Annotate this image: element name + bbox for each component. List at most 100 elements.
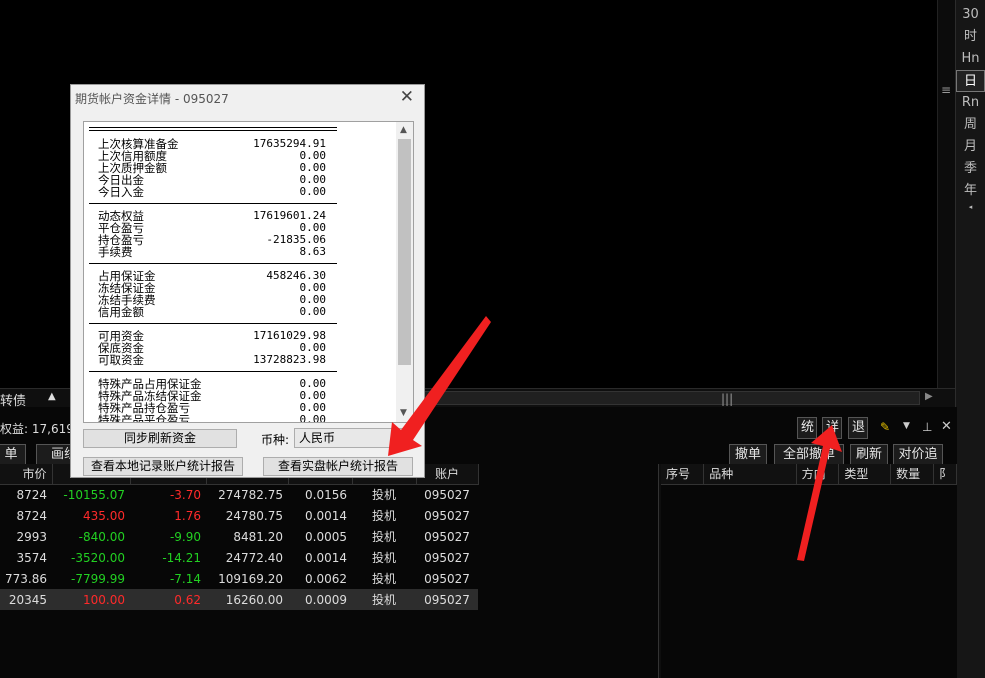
cell-pct: -9.90 [169, 529, 201, 544]
report-scroll-thumb[interactable] [398, 139, 411, 365]
currency-label: 币种: [261, 433, 290, 447]
cell-pl: 435.00 [83, 508, 125, 523]
position-row[interactable]: 8724 435.00 1.76 24780.75 0.0014 投机 095027 [0, 505, 478, 526]
cell-pl: -7799.99 [71, 571, 125, 586]
cell-type: 投机 [371, 551, 396, 565]
period-6[interactable]: 月 [956, 136, 985, 158]
period-4[interactable]: Rn [956, 92, 985, 114]
panel-splitter[interactable] [658, 464, 661, 678]
cell-ratio: 0.0014 [305, 550, 347, 565]
position-row[interactable]: 8724 -10155.07 -3.70 274782.75 0.0156 投机 09502… [0, 484, 478, 505]
cell-account: 095027 [416, 589, 478, 610]
report-divider [89, 130, 337, 131]
period-8[interactable]: 年 [956, 180, 985, 202]
refresh-button[interactable]: 刷新 [850, 444, 888, 466]
orders-col-5[interactable]: 阝 [933, 464, 958, 485]
cell-pct: 0.62 [130, 589, 206, 610]
cell-price: 8724 [16, 508, 47, 523]
dialog-title: 期货帐户资金详情 - 095027 [75, 92, 229, 106]
drag-grip-icon[interactable]: ≡ [941, 83, 951, 97]
cell-price: 2993 [16, 529, 47, 544]
report-divider [89, 203, 337, 204]
dialog-close-icon[interactable]: ✕ [400, 87, 414, 107]
orders-col-3[interactable]: 类型 [838, 464, 892, 485]
tong-button[interactable]: 统 [797, 417, 817, 439]
report-divider [89, 323, 337, 324]
currency-select[interactable]: 人民币 [294, 428, 408, 448]
scroll-grip-icon: ||| [721, 392, 734, 406]
period-1[interactable]: 时 [956, 26, 985, 48]
cell-type: 投机 [371, 572, 396, 586]
col-account[interactable]: 账户 [416, 464, 479, 485]
detail-button[interactable]: 详 [822, 417, 842, 439]
report-label: 手续费 [98, 245, 133, 259]
position-row[interactable]: 3574 -3520.00 -14.21 24772.40 0.0014 投机 095027 [0, 547, 478, 568]
equity-summary: 权益: 17,619 [0, 422, 74, 436]
report-label: 今日入金 [98, 185, 144, 199]
sync-refresh-button[interactable]: 同步刷新资金 [83, 429, 237, 448]
pin-icon[interactable]: ⊥ [922, 420, 932, 434]
report-label: 特殊产品平仓盈亏 [98, 413, 190, 423]
play-right-icon[interactable]: ▶ [925, 391, 933, 402]
report-value: 8.63 [299, 245, 327, 258]
cell-pl: 100.00 [52, 589, 130, 610]
report-row: 特殊产品平仓盈亏 0.00 [98, 414, 326, 423]
report-divider [89, 371, 337, 372]
orders-col-1[interactable]: 品种 [703, 464, 797, 485]
cell-pct: 1.76 [174, 508, 201, 523]
collapse-left-icon[interactable]: ◂ [956, 202, 985, 212]
cell-margin: 8481.20 [233, 529, 283, 544]
cell-pl: -840.00 [78, 529, 125, 544]
position-row[interactable]: 2993 -840.00 -9.90 8481.20 0.0005 投机 095027 [0, 526, 478, 547]
wrench-icon[interactable]: ✎ [880, 420, 890, 434]
cell-pct: -3.70 [169, 487, 201, 502]
cell-price: 3574 [16, 550, 47, 565]
orders-col-0[interactable]: 序号 [661, 464, 705, 485]
chart-right-strip [937, 0, 955, 388]
period-5[interactable]: 周 [956, 114, 985, 136]
scroll-up-icon[interactable]: ▲ [400, 125, 407, 135]
cell-pct: -14.21 [162, 550, 201, 565]
cell-pct: -7.14 [169, 571, 201, 586]
local-report-button[interactable]: 查看本地记录账户统计报告 [83, 457, 243, 476]
period-0[interactable]: 30 [956, 4, 985, 26]
cell-pl: -3520.00 [71, 550, 125, 565]
triangle-up-icon[interactable]: ▲ [48, 391, 56, 402]
col-price[interactable]: 市价 [0, 464, 53, 485]
close-icon[interactable]: ✕ [941, 419, 952, 434]
cell-account: 095027 [424, 550, 470, 565]
order-button[interactable]: 单 [0, 444, 26, 466]
cell-margin: 16260.00 [206, 589, 288, 610]
scroll-down-icon[interactable]: ▼ [400, 408, 407, 418]
period-3[interactable]: 日 [956, 70, 985, 92]
report-scrollbar[interactable]: ▲ ▼ [396, 122, 413, 422]
cell-ratio: 0.0009 [288, 589, 352, 610]
cell-type: 投机 [371, 509, 396, 523]
period-7[interactable]: 季 [956, 158, 985, 180]
orders-col-2[interactable]: 方向 [796, 464, 840, 485]
report-row: 可取资金 13728823.98 [98, 354, 326, 367]
cell-ratio: 0.0156 [305, 487, 347, 502]
cell-margin: 24772.40 [225, 550, 283, 565]
report-label: 信用金额 [98, 305, 144, 319]
chevron-down-icon[interactable]: ▼ [903, 421, 910, 431]
real-report-button[interactable]: 查看实盘帐户统计报告 [263, 457, 413, 476]
cell-ratio: 0.0062 [305, 571, 347, 586]
position-row[interactable]: 773.86 -7799.99 -7.14 109169.20 0.0062 投机 0950… [0, 568, 478, 589]
position-row[interactable]: 20345 100.00 0.62 16260.00 0.0009 投机 095027 [0, 589, 478, 610]
report-row: 手续费 8.63 [98, 245, 327, 259]
orders-table: 序号 品种 方向 类型 数量阝 [661, 464, 958, 485]
report-value: 0.00 [299, 305, 327, 318]
chase-price-button[interactable]: 对价追 [893, 444, 943, 466]
exit-button[interactable]: 退 [848, 417, 868, 439]
cancel-all-button[interactable]: 全部撤单 [774, 444, 844, 466]
cell-margin: 109169.20 [218, 571, 283, 586]
orders-col-4[interactable]: 数量 [890, 464, 934, 485]
cancel-order-button[interactable]: 撤单 [729, 444, 767, 466]
cell-account: 095027 [424, 508, 470, 523]
cell-price: 773.86 [5, 571, 47, 586]
cell-margin: 24780.75 [225, 508, 283, 523]
cell-account: 095027 [424, 487, 470, 502]
report-value: 0.00 [299, 413, 327, 423]
period-2[interactable]: Hn [956, 48, 985, 70]
